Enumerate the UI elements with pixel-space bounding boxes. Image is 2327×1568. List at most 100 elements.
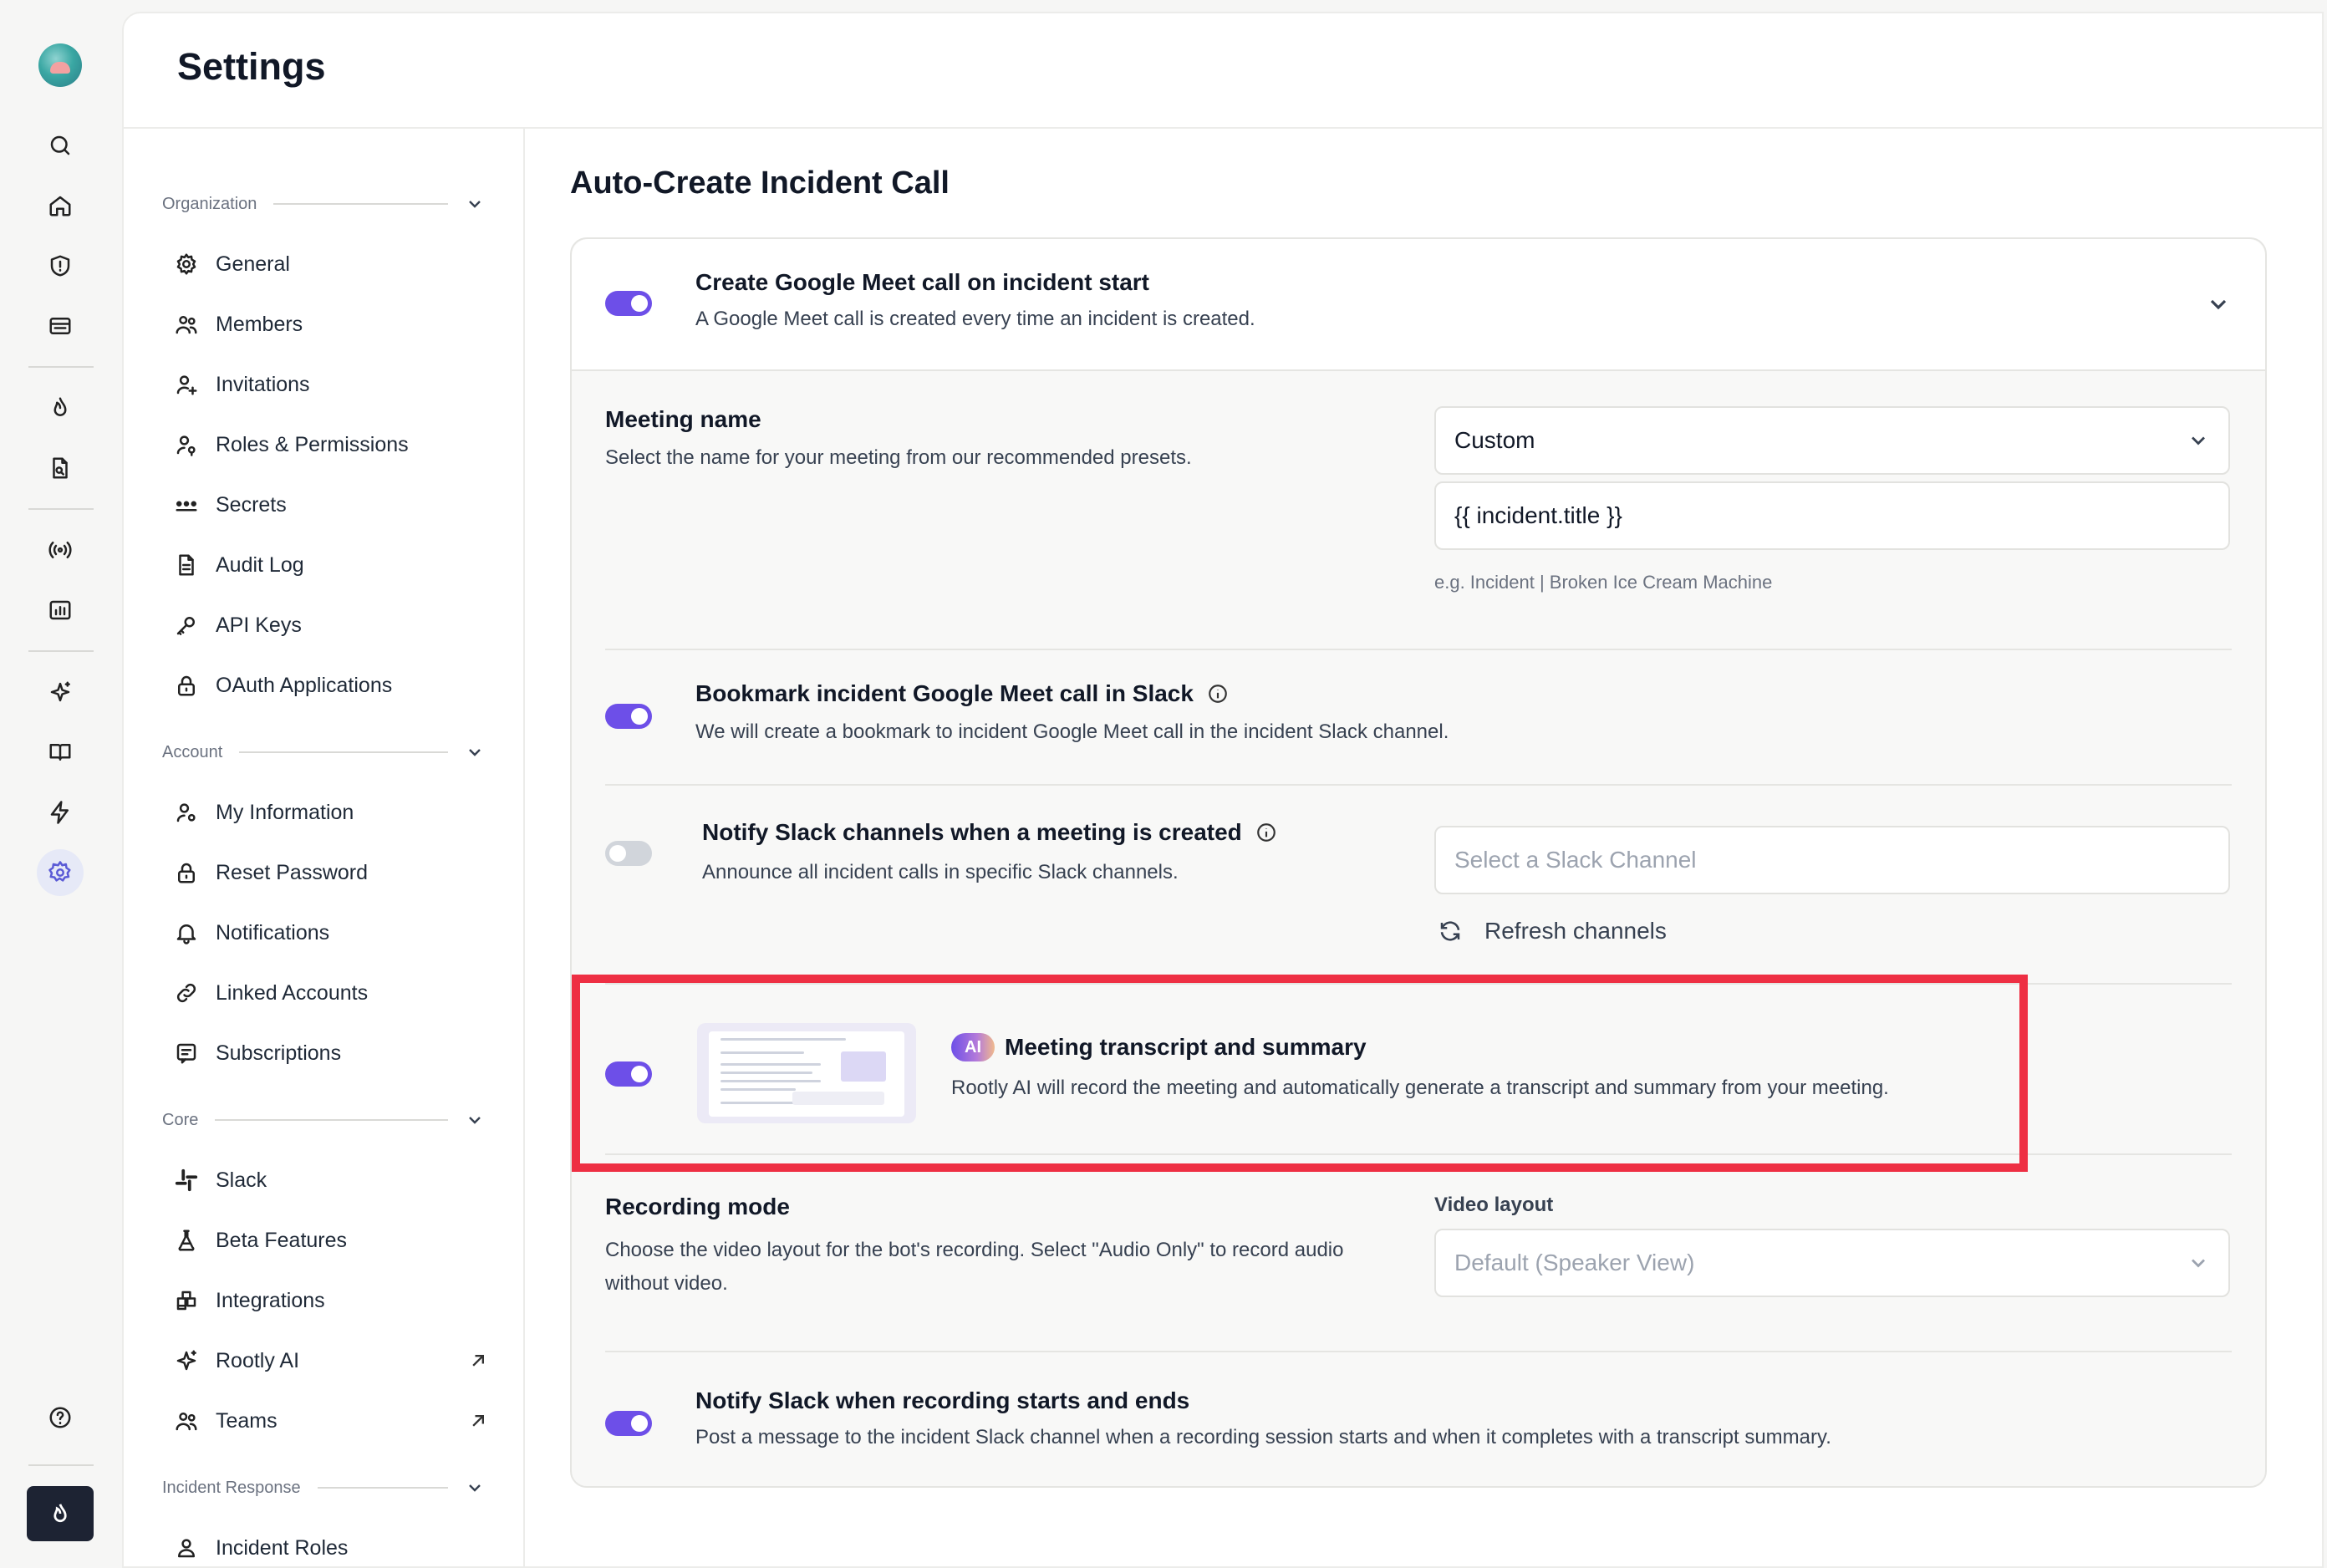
user-plus-icon — [176, 375, 197, 395]
gear-icon — [176, 253, 196, 275]
settings-card: Settings Organization General Members In… — [122, 12, 2324, 1568]
nav-item-notifications[interactable]: Notifications — [174, 913, 490, 953]
create-call-title: Create Google Meet call on incident star… — [695, 269, 1150, 295]
create-call-row[interactable]: Create Google Meet call on incident star… — [572, 239, 2265, 371]
recording-mode-title: Recording mode — [605, 1194, 790, 1219]
gear-icon[interactable] — [37, 849, 84, 896]
chevron-down-icon — [469, 749, 481, 756]
help-icon[interactable] — [37, 1394, 84, 1441]
dots-icon — [176, 501, 197, 512]
link-icon — [176, 983, 196, 1003]
create-call-toggle[interactable] — [605, 291, 652, 316]
chevron-down-icon — [469, 1117, 481, 1124]
key-icon — [176, 617, 195, 635]
settings-nav: Organization General Members Invitations… — [124, 129, 525, 1566]
nav-item-linked-accounts[interactable]: Linked Accounts — [174, 973, 490, 1013]
nav-item-invitations[interactable]: Invitations — [174, 364, 490, 405]
video-layout-select[interactable]: Default (Speaker View) — [1434, 1229, 2230, 1297]
refresh-icon — [1440, 921, 1460, 941]
ticket-icon[interactable] — [37, 303, 84, 349]
highlight-box — [572, 975, 2028, 1172]
nav-item-teams[interactable]: Teams — [174, 1401, 490, 1441]
flask-icon — [178, 1229, 195, 1251]
chevron-down-icon — [469, 1484, 481, 1492]
shield-alert-icon[interactable] — [37, 242, 84, 289]
chevron-down-icon — [2192, 1259, 2205, 1268]
user-gear-icon — [176, 803, 196, 822]
nav-section-incident-response[interactable]: Incident Response — [162, 1471, 485, 1504]
settings-content: Auto-Create Incident Call Create Google … — [525, 129, 2322, 1566]
sparkle-icon[interactable] — [37, 669, 84, 715]
users-icon — [176, 316, 197, 334]
user-icon — [178, 1539, 195, 1558]
flame-icon — [53, 1504, 67, 1523]
meeting-name-template-input[interactable]: {{ incident.title }} — [1434, 481, 2230, 550]
nav-item-integrations[interactable]: Integrations — [174, 1280, 490, 1321]
nav-item-general[interactable]: General — [174, 244, 490, 284]
chevron-down-icon — [469, 201, 481, 208]
nav-item-incident-roles[interactable]: Incident Roles — [174, 1528, 490, 1566]
home-icon[interactable] — [37, 182, 84, 229]
chevron-down-icon — [2192, 436, 2205, 445]
notify-recording-title: Notify Slack when recording starts and e… — [695, 1387, 1190, 1413]
nav-item-audit-log[interactable]: Audit Log — [174, 545, 490, 585]
bookmark-description: We will create a bookmark to incident Go… — [695, 720, 1449, 743]
nav-item-beta-features[interactable]: Beta Features — [174, 1220, 490, 1260]
lock-icon — [178, 863, 195, 883]
sparkle-icon — [176, 1350, 196, 1371]
nav-item-members[interactable]: Members — [174, 304, 490, 344]
page-title: Settings — [177, 45, 326, 88]
slack-icon — [175, 1168, 198, 1192]
notify-channels-toggle[interactable] — [605, 841, 652, 866]
nav-item-oauth-applications[interactable]: OAuth Applications — [174, 665, 490, 705]
meeting-name-hint: e.g. Incident | Broken Ice Cream Machine — [1434, 572, 1773, 593]
file-text-icon — [179, 554, 194, 576]
nav-item-slack[interactable]: Slack — [174, 1160, 490, 1200]
bookmark-toggle[interactable] — [605, 704, 652, 729]
bolt-icon[interactable] — [37, 789, 84, 836]
chevron-down-icon[interactable] — [2205, 291, 2232, 318]
file-search-icon[interactable] — [37, 445, 84, 491]
nav-item-roles-permissions[interactable]: Roles & Permissions — [174, 425, 490, 465]
nav-item-subscriptions[interactable]: Subscriptions — [174, 1033, 490, 1073]
notify-recording-toggle[interactable] — [605, 1411, 652, 1436]
book-icon[interactable] — [37, 729, 84, 776]
external-link-icon — [472, 1415, 484, 1427]
notify-recording-description: Post a message to the incident Slack cha… — [695, 1426, 1831, 1448]
info-icon[interactable] — [1255, 822, 1277, 843]
broadcast-icon[interactable] — [37, 527, 84, 573]
notify-channels-description: Announce all incident calls in specific … — [702, 861, 1179, 883]
nav-section-core[interactable]: Core — [162, 1103, 485, 1137]
nav-section-account[interactable]: Account — [162, 736, 485, 769]
notify-channels-title: Notify Slack channels when a meeting is … — [702, 819, 1277, 846]
bookmark-title: Bookmark incident Google Meet call in Sl… — [695, 680, 1229, 707]
recording-mode-description-2: without video. — [605, 1272, 728, 1295]
create-call-description: A Google Meet call is created every time… — [695, 308, 1255, 330]
nav-item-secrets[interactable]: Secrets — [174, 485, 490, 525]
flame-icon[interactable] — [37, 384, 84, 431]
nav-item-reset-password[interactable]: Reset Password — [174, 853, 490, 893]
nav-item-api-keys[interactable]: API Keys — [174, 605, 490, 645]
icon-rail — [0, 0, 120, 1568]
meeting-name-preset-select[interactable]: Custom — [1434, 406, 2230, 475]
message-square-icon — [176, 1043, 196, 1064]
auto-create-call-panel: Create Google Meet call on incident star… — [570, 237, 2267, 1488]
search-icon[interactable] — [37, 122, 84, 169]
slack-channel-select[interactable]: Select a Slack Channel — [1434, 826, 2230, 894]
nav-item-my-information[interactable]: My Information — [174, 792, 490, 832]
meeting-name-title: Meeting name — [605, 406, 761, 432]
incident-flame-button[interactable] — [27, 1486, 94, 1541]
chart-icon[interactable] — [37, 587, 84, 634]
external-link-icon — [472, 1355, 484, 1367]
nav-section-organization[interactable]: Organization — [162, 187, 485, 221]
rootly-logo[interactable] — [38, 43, 82, 87]
users-icon — [176, 1413, 197, 1431]
video-layout-label: Video layout — [1434, 1194, 1554, 1216]
user-key-icon — [176, 435, 196, 456]
puzzle-icon — [176, 1291, 196, 1311]
nav-item-rootly-ai[interactable]: Rootly AI — [174, 1341, 490, 1381]
info-icon[interactable] — [1207, 683, 1229, 705]
section-title: Auto-Create Incident Call — [570, 165, 950, 201]
recording-mode-description-1: Choose the video layout for the bot's re… — [605, 1239, 1344, 1261]
refresh-channels-button[interactable]: Refresh channels — [1438, 918, 1667, 944]
